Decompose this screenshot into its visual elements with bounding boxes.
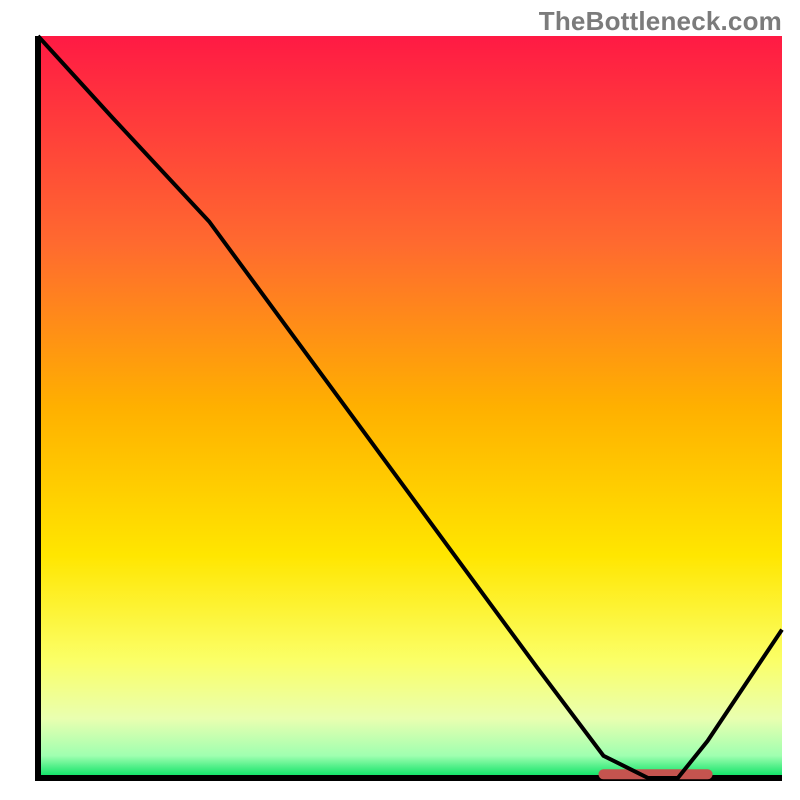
plot-background (38, 36, 782, 778)
chart-svg (0, 0, 800, 800)
chart-stage: TheBottleneck.com (0, 0, 800, 800)
